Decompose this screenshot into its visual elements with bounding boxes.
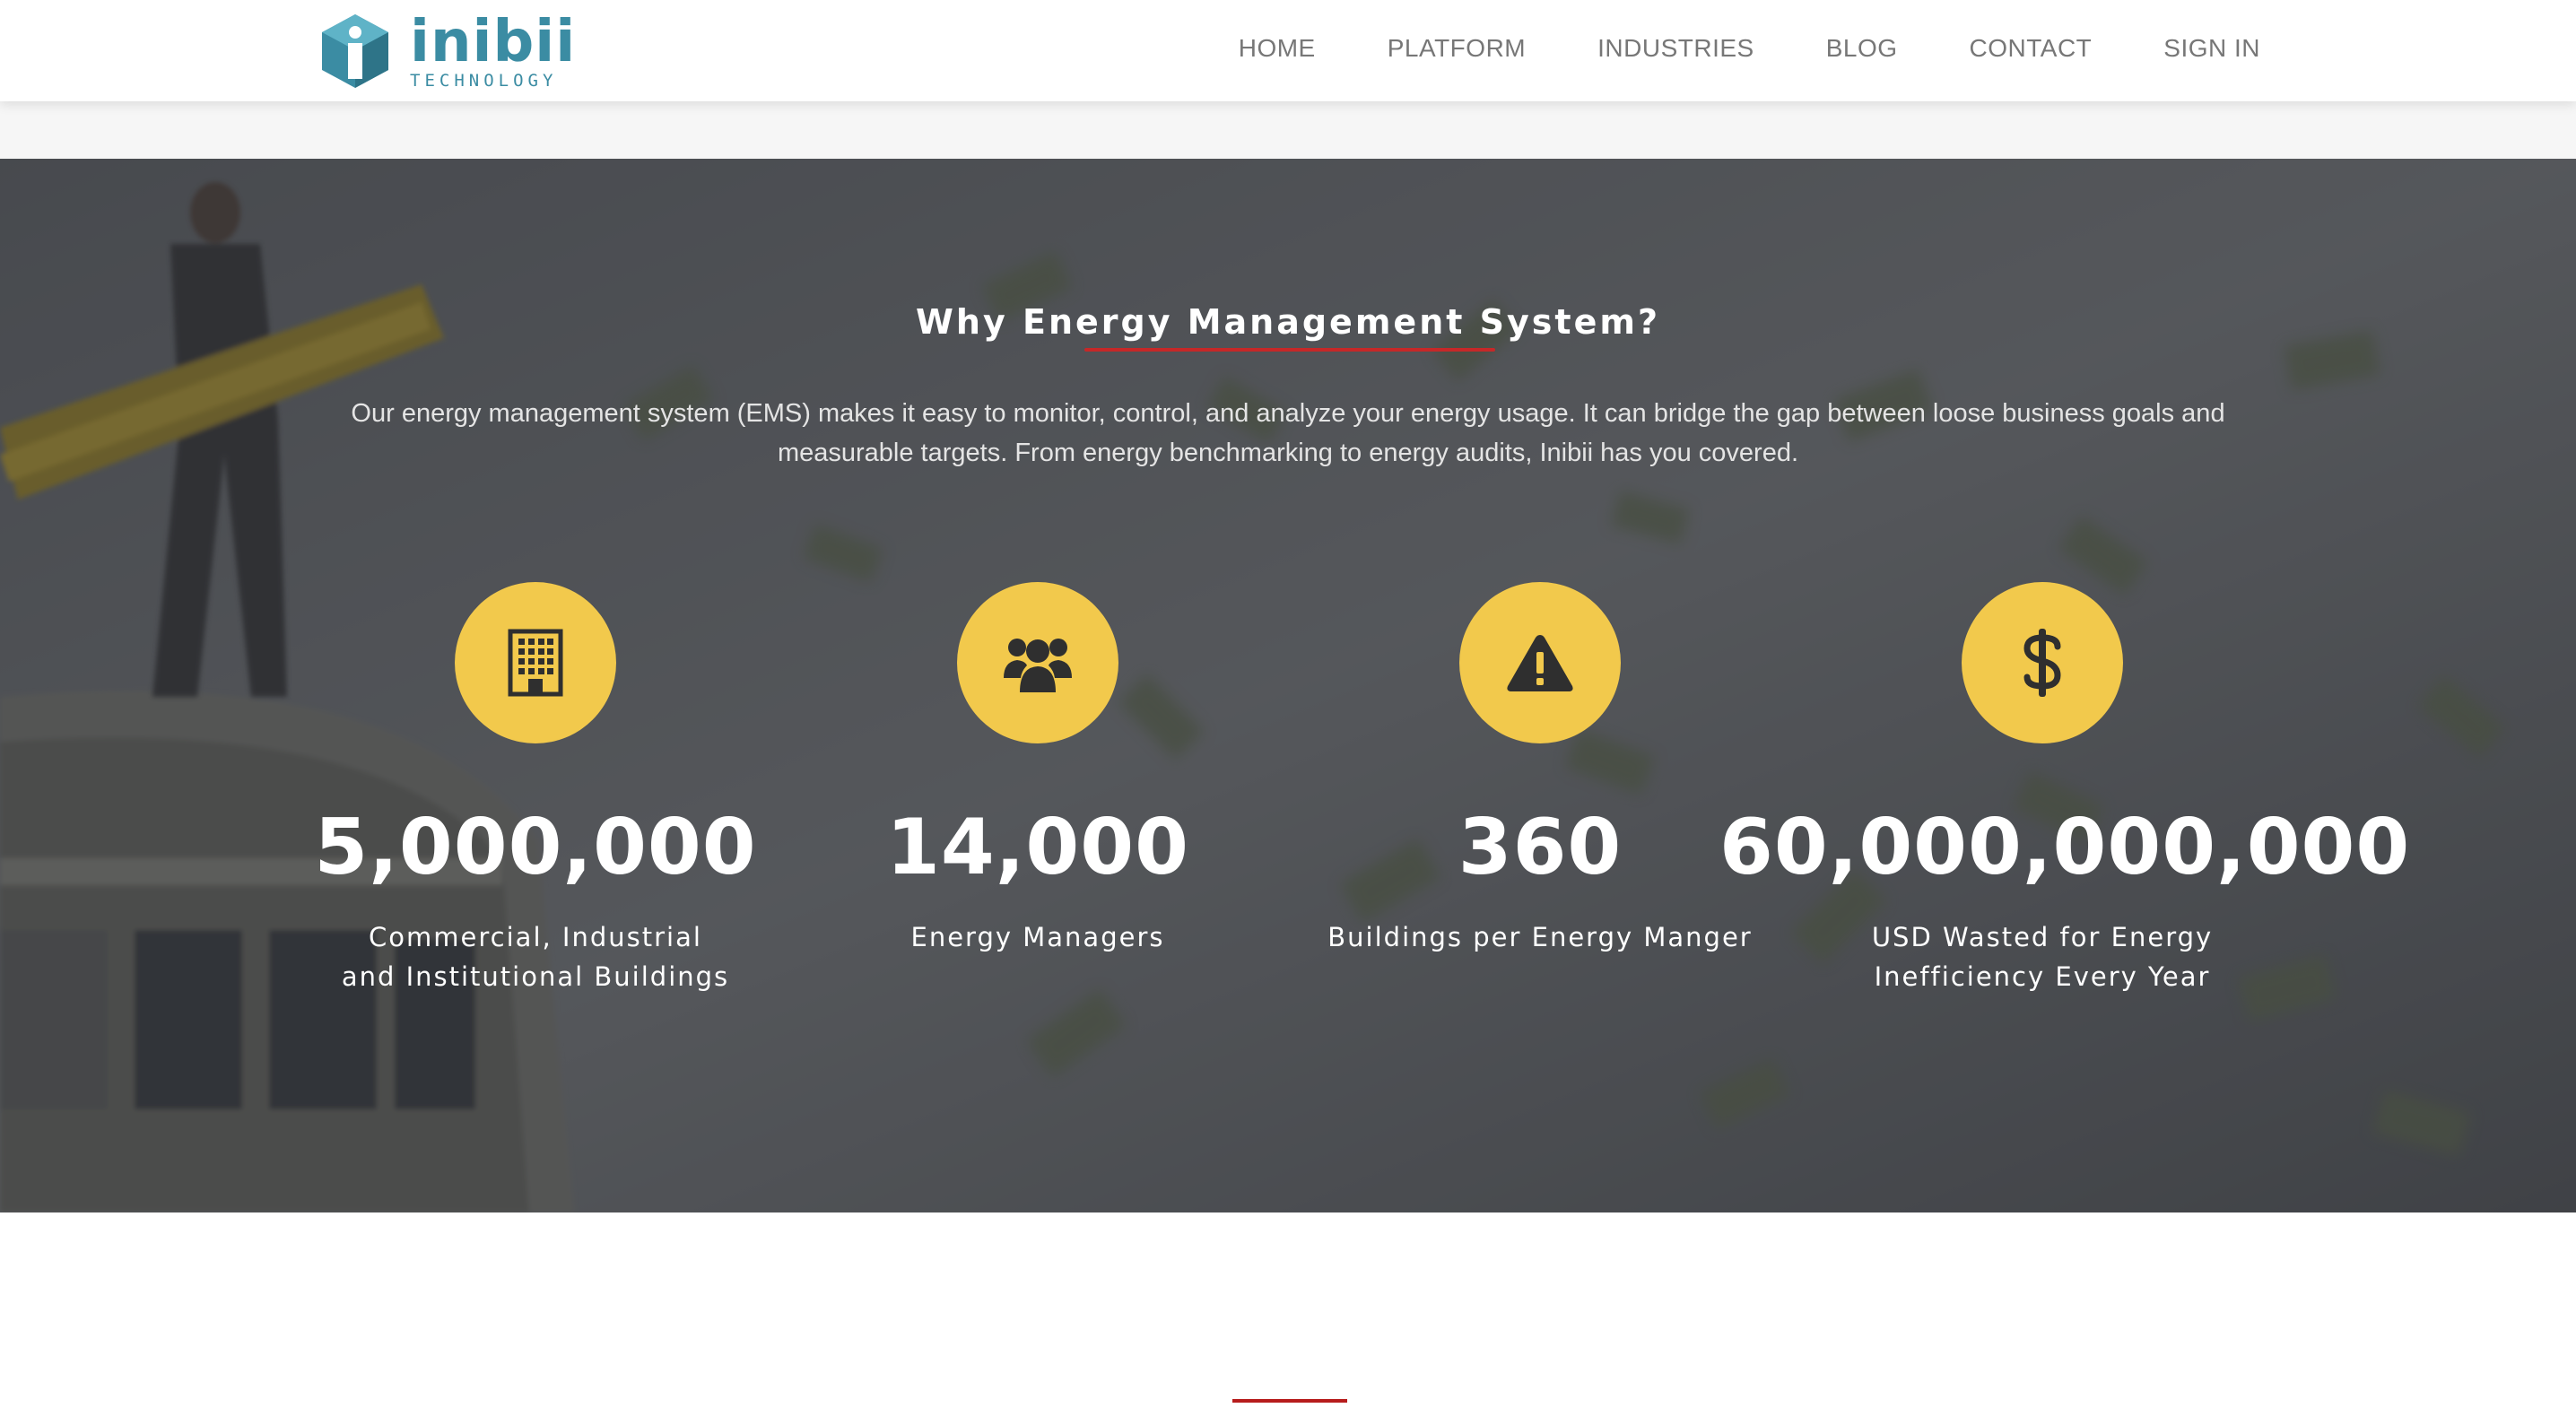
nav-industries[interactable]: INDUSTRIES [1597,34,1754,63]
stat-value: 60,000,000,000 [1719,803,2411,892]
stat-icon-circle [1459,582,1621,743]
nav-subbar [0,101,2576,159]
hero-section: Why Energy Management System? Our energy… [0,159,2576,1212]
logo-hexagon-icon [322,14,388,88]
stat-icon-circle [455,582,616,743]
brand-logo[interactable]: inibii TECHNOLOGY [320,11,576,91]
warning-icon [1507,635,1573,691]
stat-label: USD Wasted for Energy Inefficiency Every… [1871,922,2214,992]
nav-platform[interactable]: PLATFORM [1388,34,1526,63]
nav-blog[interactable]: BLOG [1826,34,1898,63]
stat-icon-circle [1962,582,2123,743]
nav-sign-in[interactable]: SIGN IN [2163,34,2260,63]
brand-name: inibii [410,8,577,75]
hero-description: Our energy management system (EMS) makes… [351,399,2225,467]
section-accent-line [1232,1399,1347,1403]
brand-tagline: TECHNOLOGY [410,70,558,91]
dollar-icon [2023,629,2061,697]
main-nav: HOME PLATFORM INDUSTRIES BLOG CONTACT SI… [1239,0,2260,97]
hero-title: Why Energy Management System? [916,302,1660,342]
stat-usd-wasted: 60,000,000,000 USD Wasted for Energy Ine… [1719,582,2411,996]
nav-contact[interactable]: CONTACT [1970,34,2093,63]
navbar: inibii TECHNOLOGY HOME PLATFORM INDUSTRI… [0,0,2576,101]
nav-home[interactable]: HOME [1239,34,1316,63]
users-icon [1004,639,1072,692]
building-icon [508,629,563,697]
title-underline [1084,348,1495,352]
stat-label: Commercial, Industrial and Institutional… [341,922,730,992]
stat-icon-circle [957,582,1118,743]
